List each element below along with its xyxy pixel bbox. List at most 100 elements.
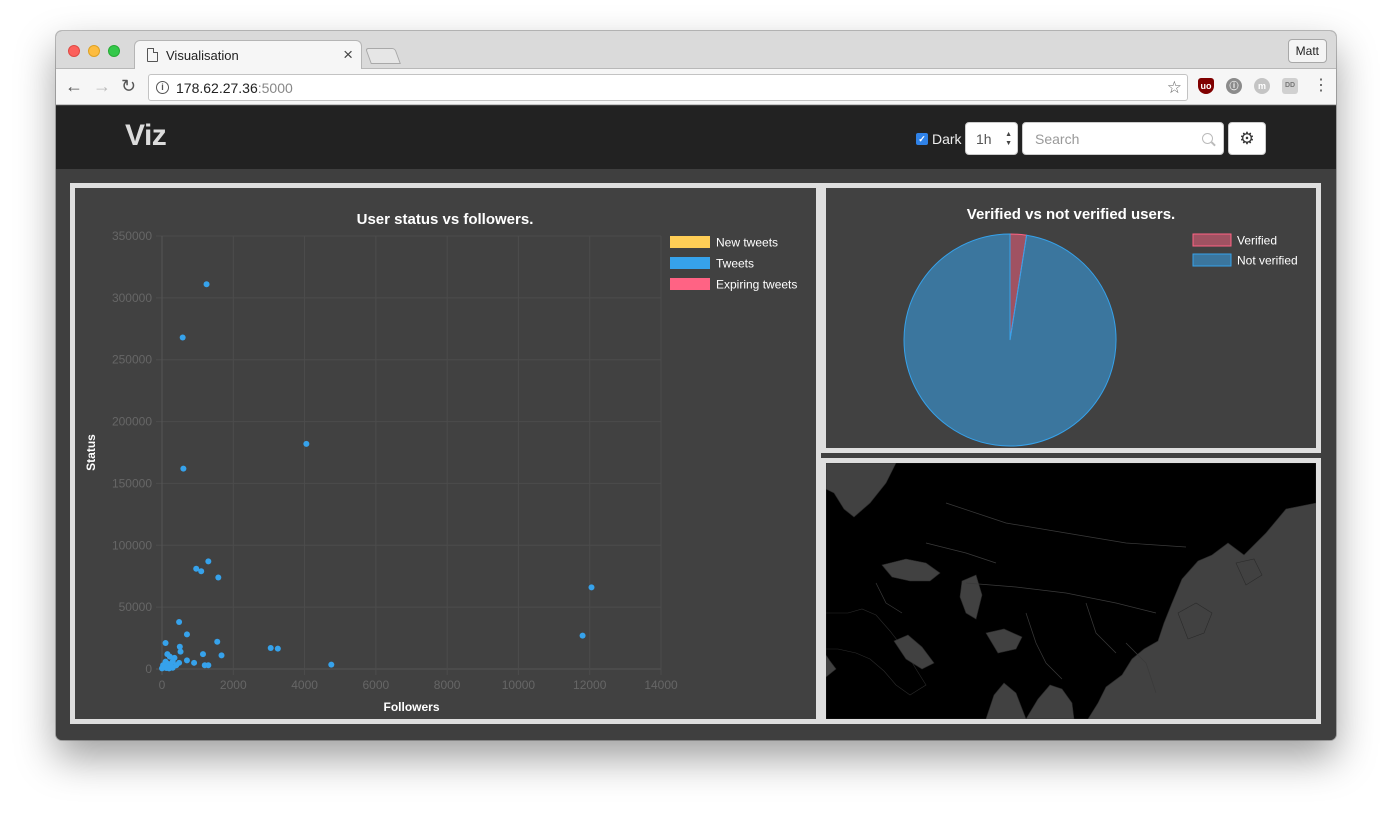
scatter-point — [267, 644, 274, 651]
scatter-point — [214, 638, 221, 645]
window-close-button[interactable] — [68, 45, 80, 57]
url-port: :5000 — [257, 80, 293, 96]
url-text: 178.62.27.36:5000 — [176, 80, 293, 96]
x-tick-label: 10000 — [502, 678, 536, 692]
scatter-point — [180, 465, 187, 472]
tab-title: Visualisation — [166, 48, 239, 63]
scatter-point — [203, 281, 210, 288]
y-tick-label: 300000 — [112, 291, 152, 305]
time-range-select[interactable]: 1h ▲ ▼ — [965, 122, 1018, 155]
scatter-point — [199, 651, 206, 658]
bookmark-star-icon[interactable]: ☆ — [1167, 78, 1182, 98]
legend-swatch — [670, 257, 710, 269]
scatter-chart-panel: User status vs followers. 0 50000 100000 150… — [70, 183, 821, 724]
legend-label: Verified — [1237, 234, 1277, 248]
scatter-point — [176, 618, 183, 625]
pie-chart[interactable]: Verified vs not verified users. Verified N… — [826, 188, 1316, 448]
world-map[interactable] — [826, 463, 1316, 719]
search-input[interactable]: Search — [1022, 122, 1224, 155]
url-host: 178.62.27.36 — [176, 80, 258, 96]
scatter-point — [215, 574, 222, 581]
tab-close-icon[interactable]: × — [343, 45, 353, 65]
scatter-point — [191, 659, 198, 666]
y-tick-label: 50000 — [119, 600, 153, 614]
legend-label: Expiring tweets — [716, 278, 797, 292]
legend-swatch — [670, 278, 710, 290]
x-tick-label: 12000 — [573, 678, 607, 692]
y-tick-label: 350000 — [112, 229, 152, 243]
search-placeholder: Search — [1035, 131, 1080, 147]
scatter-point — [588, 584, 595, 591]
scatter-chart[interactable]: User status vs followers.050000100000150… — [75, 188, 816, 719]
x-tick-label: 0 — [159, 678, 166, 692]
dark-mode-label: Dark — [932, 131, 962, 147]
brand-logo[interactable]: Viz — [125, 119, 167, 153]
scatter-point — [205, 558, 212, 565]
reload-icon[interactable]: ↻ — [121, 76, 136, 96]
window-minimize-button[interactable] — [88, 45, 100, 57]
scatter-point — [183, 657, 190, 664]
x-tick-label: 14000 — [644, 678, 678, 692]
chrome-menu-icon[interactable]: ⋮ — [1313, 76, 1329, 96]
address-bar[interactable]: i 178.62.27.36:5000 ☆ — [148, 74, 1188, 101]
legend-label: Tweets — [716, 257, 754, 271]
settings-button[interactable]: ⚙ — [1228, 122, 1266, 155]
browser-toolbar: ← → ↻ i 178.62.27.36:5000 ☆ uo ⓘ m DD ⋮ — [56, 69, 1336, 105]
new-tab-button[interactable] — [365, 48, 401, 64]
scatter-point — [160, 662, 167, 669]
x-tick-label: 6000 — [363, 678, 390, 692]
dark-mode-checkbox[interactable]: ✓ — [916, 133, 928, 145]
x-tick-label: 2000 — [220, 678, 247, 692]
tab-strip: Visualisation × Matt — [56, 31, 1336, 70]
scatter-point — [198, 568, 205, 575]
scatter-point — [205, 662, 212, 669]
legend-label: New tweets — [716, 236, 778, 250]
select-arrows-icon: ▲ ▼ — [1005, 131, 1012, 147]
lightbulb-extension-icon[interactable]: ⓘ — [1226, 78, 1242, 94]
y-tick-label: 200000 — [112, 415, 152, 429]
x-tick-label: 4000 — [291, 678, 318, 692]
chart-title: Verified vs not verified users. — [967, 206, 1175, 223]
app-navbar: Viz ✓ Dark 1h ▲ ▼ Search ⚙ — [56, 106, 1336, 169]
scatter-point — [173, 662, 180, 669]
scatter-point — [218, 652, 225, 659]
y-tick-label: 150000 — [112, 476, 152, 490]
legend-label: Not verified — [1237, 254, 1298, 268]
page-content: Viz ✓ Dark 1h ▲ ▼ Search ⚙ User status vs… — [56, 106, 1336, 740]
pie-chart-panel: Verified vs not verified users. Verified N… — [821, 183, 1321, 453]
x-axis-label: Followers — [383, 700, 439, 714]
legend-swatch — [670, 236, 710, 248]
profile-button[interactable]: Matt — [1287, 39, 1327, 63]
y-tick-label: 0 — [145, 662, 152, 676]
duckduckgo-extension-icon[interactable]: DD — [1282, 78, 1298, 94]
scatter-point — [328, 661, 335, 668]
m-extension-icon[interactable]: m — [1254, 78, 1270, 94]
scatter-point — [303, 440, 310, 447]
time-range-value: 1h — [976, 131, 992, 147]
dark-mode-toggle[interactable]: ✓ Dark — [916, 131, 962, 147]
legend-swatch — [1192, 253, 1232, 267]
window-maximize-button[interactable] — [108, 45, 120, 57]
ublock-extension-icon[interactable]: uo — [1198, 78, 1214, 94]
scatter-point — [162, 640, 169, 647]
map-panel[interactable] — [821, 458, 1321, 724]
chart-title: User status vs followers. — [357, 211, 534, 228]
forward-icon[interactable]: → — [93, 76, 111, 96]
y-tick-label: 100000 — [112, 538, 152, 552]
legend-swatch — [1192, 233, 1232, 247]
back-icon[interactable]: ← — [65, 76, 83, 96]
pie-slice — [903, 233, 1117, 447]
document-icon — [147, 48, 158, 62]
y-tick-label: 250000 — [112, 353, 152, 367]
scatter-point — [179, 334, 186, 341]
scatter-point — [274, 645, 281, 652]
gear-icon: ⚙ — [1239, 129, 1255, 148]
info-icon[interactable]: i — [156, 81, 169, 94]
scatter-point — [183, 631, 190, 638]
scatter-point — [579, 632, 586, 639]
x-tick-label: 8000 — [434, 678, 461, 692]
browser-window: Visualisation × Matt ← → ↻ i 178.62.27.3… — [56, 31, 1336, 740]
tab-visualisation[interactable]: Visualisation × — [134, 40, 362, 70]
y-axis-label: Status — [84, 434, 98, 471]
search-icon — [1202, 133, 1213, 144]
